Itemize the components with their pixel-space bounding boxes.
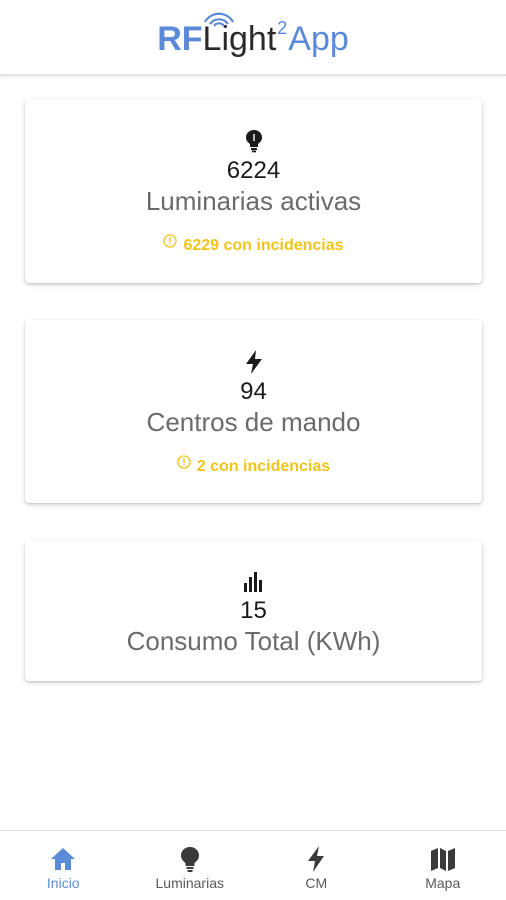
card-luminarias[interactable]: 6224 Luminarias activas 6229 con inciden… [25, 99, 482, 283]
nav-item-luminarias[interactable]: Luminarias [127, 831, 254, 900]
nav-item-mapa[interactable]: Mapa [380, 831, 506, 900]
card-consumo[interactable]: 15 Consumo Total (KWh) [25, 541, 482, 681]
nav-item-cm[interactable]: CM [253, 831, 380, 900]
app-logo: RF Light 2 App [157, 12, 349, 74]
card-value: 94 [240, 378, 267, 405]
bar-chart-icon [243, 572, 262, 592]
card-value: 15 [240, 597, 267, 624]
lightbulb-icon [180, 847, 199, 872]
info-icon [177, 455, 191, 469]
home-icon [51, 848, 76, 870]
card-label: Luminarias activas [145, 186, 362, 216]
info-icon [163, 234, 178, 248]
card-label: Centros de mando [146, 407, 361, 437]
card-value: 6224 [226, 157, 281, 184]
nav-label: Luminarias [155, 875, 224, 891]
card-warning: 2 con incidencias [25, 455, 482, 476]
card-warning-text: 6229 con incidencias [183, 237, 344, 254]
bolt-icon [308, 846, 325, 872]
bottom-nav: Inicio Luminarias CM Mapa [0, 830, 506, 900]
app-header: RF Light 2 App [0, 0, 506, 76]
card-label: Consumo Total (KWh) [126, 626, 381, 656]
bolt-icon [245, 350, 262, 374]
card-centros-mando[interactable]: 94 Centros de mando 2 con incidencias [25, 320, 482, 503]
nav-item-inicio[interactable]: Inicio [0, 831, 127, 900]
nav-label: Mapa [425, 875, 461, 891]
wifi-icon [204, 12, 235, 27]
logo-rf: RF [157, 20, 203, 58]
app-root: RF Light 2 App 6224 Luminarias activas 6… [0, 0, 506, 900]
logo-app: App [288, 20, 349, 58]
card-warning-text: 2 con incidencias [196, 458, 331, 475]
card-warning: 6229 con incidencias [25, 234, 482, 255]
nav-label: CM [305, 875, 328, 891]
lightbulb-icon [245, 130, 262, 153]
logo-superscript: 2 [277, 18, 288, 38]
map-icon [430, 848, 455, 871]
nav-label: Inicio [46, 875, 80, 891]
